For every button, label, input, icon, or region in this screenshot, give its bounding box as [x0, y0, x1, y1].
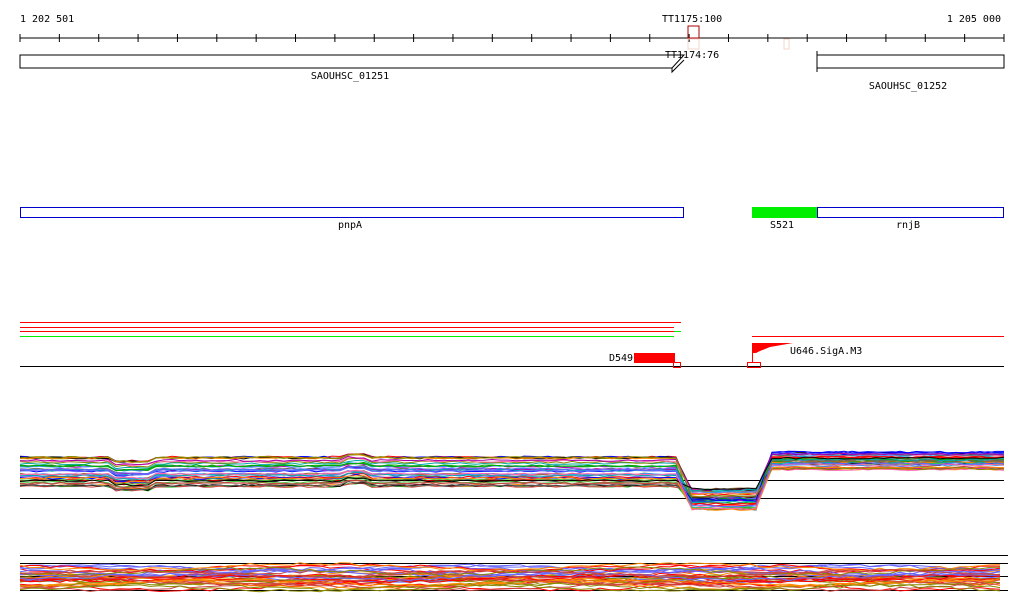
terminator-tt1175-label: TT1175:100	[662, 14, 722, 25]
feature-track	[20, 322, 1004, 367]
gene-saouhsc-01252[interactable]	[816, 54, 1005, 69]
gene-saouhsc-01251[interactable]	[19, 54, 686, 74]
gene-pnpA[interactable]	[20, 207, 684, 218]
gene-s521-label: S521	[770, 220, 794, 231]
expression-profile-line	[19, 466, 1005, 509]
expression-profiles-lower	[19, 555, 1008, 593]
gene-saouhsc-01251-label: SAOUHSC_01251	[311, 71, 389, 82]
axis-end-label: 1 205 000	[947, 14, 1001, 25]
feature-u646-label: U646.SigA.M3	[790, 346, 862, 357]
terminator-tt1175-marker[interactable]	[687, 25, 700, 39]
feature-d549[interactable]	[634, 353, 675, 363]
terminator-tt1175-shadow	[687, 38, 700, 50]
axis-start-label: 1 202 501	[20, 14, 74, 25]
feature-d549-label: D549	[609, 353, 633, 364]
gene-s521[interactable]	[752, 207, 817, 218]
expression-profile-line	[19, 466, 1005, 511]
gene-rnjB[interactable]	[817, 207, 1004, 218]
terminator-faint-marker[interactable]	[783, 38, 790, 50]
promoter-flag-icon[interactable]	[752, 343, 793, 353]
genome-browser: 1 202 501 1 205 000 TT1175:100 TT1174:76…	[19, 14, 1008, 593]
coordinate-axis: 1 202 501 1 205 000	[19, 14, 1005, 42]
gene-rnjB-label: rnjB	[896, 220, 920, 231]
gene-saouhsc-01252-label: SAOUHSC_01252	[869, 81, 947, 92]
gene-pnpA-label: pnpA	[338, 220, 362, 231]
expression-profiles-upper	[19, 450, 1005, 511]
